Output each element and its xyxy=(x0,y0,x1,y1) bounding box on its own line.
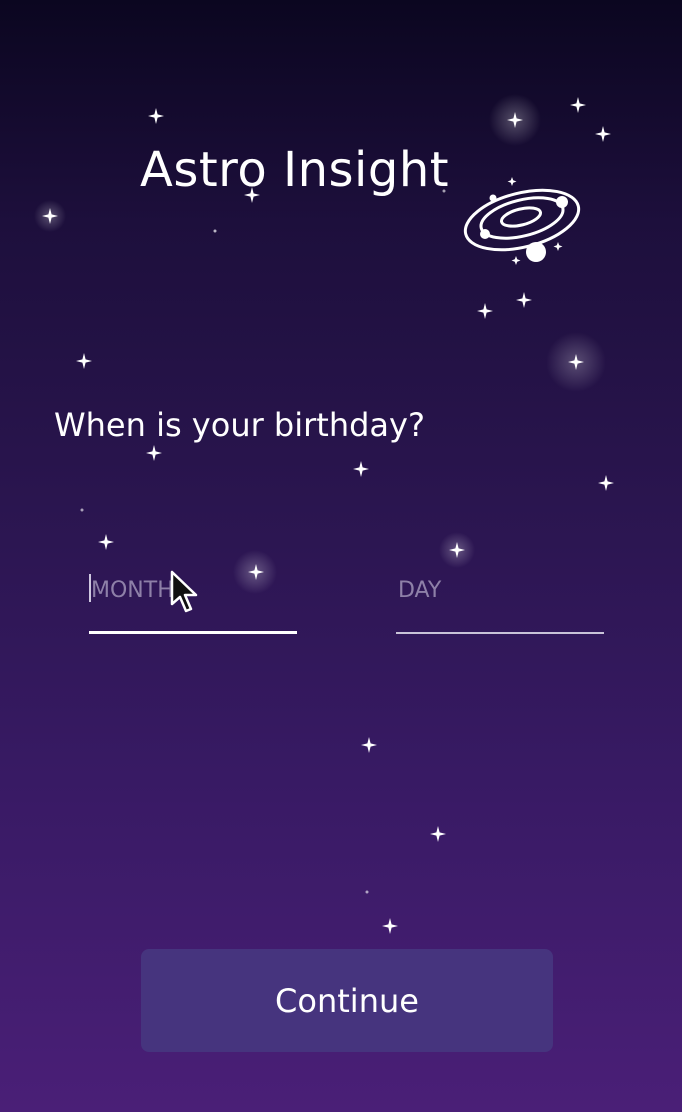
day-field-underline xyxy=(396,632,604,634)
star-icon xyxy=(361,737,377,753)
birthday-screen: Astro Insight When is your birthday? Con… xyxy=(0,0,682,1112)
star-icon xyxy=(148,108,164,124)
star-icon xyxy=(382,918,398,934)
day-field xyxy=(396,560,606,634)
star-icon xyxy=(353,461,369,477)
star-icon xyxy=(598,475,614,491)
star-icon xyxy=(570,97,586,113)
star-icon xyxy=(595,126,611,142)
day-input[interactable] xyxy=(396,570,606,610)
orbit-planets-icon xyxy=(463,177,581,265)
star-icon xyxy=(146,445,162,461)
birthday-question: When is your birthday? xyxy=(54,406,425,444)
star-icon xyxy=(430,826,446,842)
text-caret xyxy=(89,574,91,602)
star-icon xyxy=(76,353,92,369)
month-field-underline xyxy=(89,631,297,634)
star-icon xyxy=(98,534,114,550)
app-title: Astro Insight xyxy=(140,142,450,198)
mouse-pointer-icon xyxy=(170,570,198,613)
star-icon xyxy=(516,292,532,308)
star-icon xyxy=(477,303,493,319)
continue-button[interactable]: Continue xyxy=(141,949,553,1052)
